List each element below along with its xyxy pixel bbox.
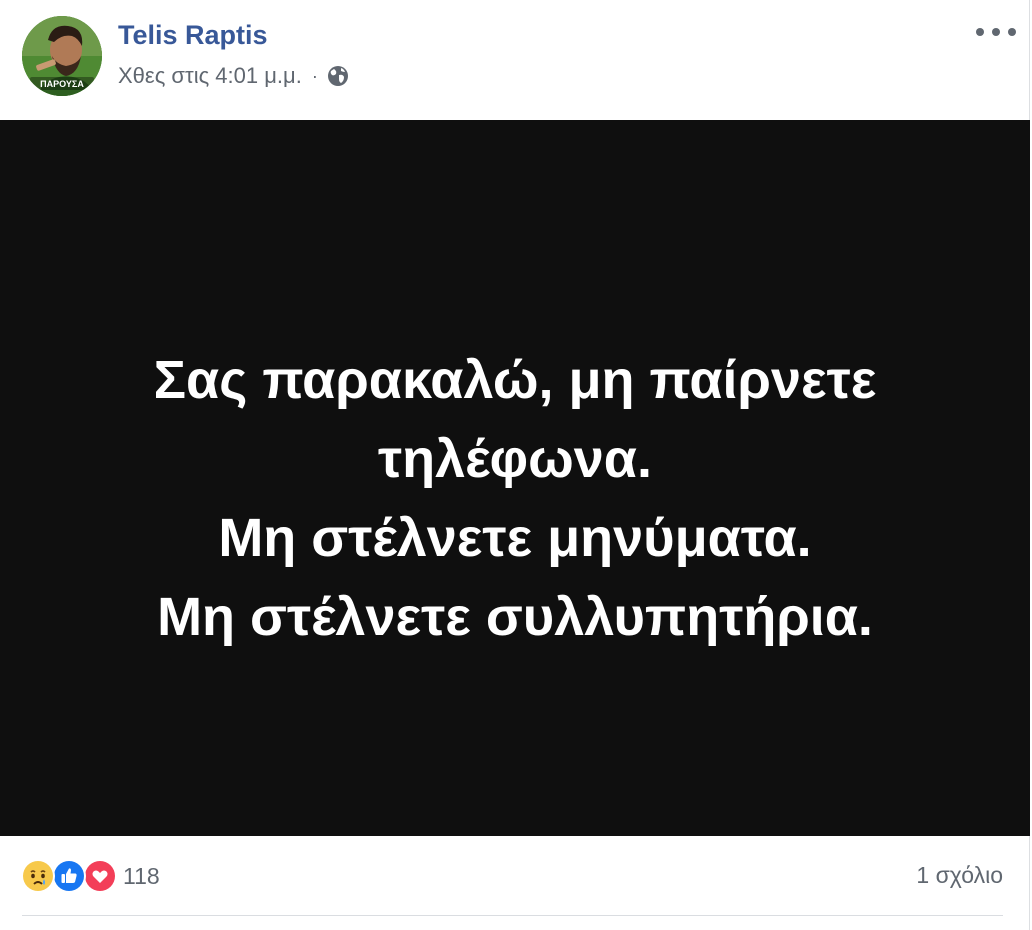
more-options-button[interactable] xyxy=(976,20,1016,44)
post-image[interactable]: Σας παρακαλώ, μη παίρνετε τηλέφωνα. Μη σ… xyxy=(0,120,1030,836)
sad-reaction-icon xyxy=(21,859,55,893)
footer-divider xyxy=(22,915,1003,916)
post-card: ΠΑΡΟΥΣΑ Telis Raptis Χθες στις 4:01 μ.μ.… xyxy=(0,0,1030,930)
image-text-line: τηλέφωνα. xyxy=(378,429,652,489)
image-text-line: Μη στέλνετε συλλυπητήρια. xyxy=(157,587,873,647)
post-timestamp-link[interactable]: Χθες στις 4:01 μ.μ. xyxy=(118,63,302,89)
more-dot xyxy=(976,28,984,36)
author-avatar[interactable]: ΠΑΡΟΥΣΑ xyxy=(22,16,102,96)
love-reaction-icon xyxy=(83,859,117,893)
avatar-image: ΠΑΡΟΥΣΑ xyxy=(22,16,102,96)
author-name-link[interactable]: Telis Raptis xyxy=(118,20,268,51)
image-text-line: Σας παρακαλώ, μη παίρνετε xyxy=(153,350,877,410)
comments-count-link[interactable]: 1 σχόλιο xyxy=(916,862,1003,889)
post-meta: Χθες στις 4:01 μ.μ. · xyxy=(118,63,350,89)
avatar-caption: ΠΑΡΟΥΣΑ xyxy=(40,79,84,89)
like-reaction-icon xyxy=(52,859,86,893)
meta-separator: · xyxy=(311,65,318,86)
image-text-block: Σας παρακαλώ, μη παίρνετε τηλέφωνα. Μη σ… xyxy=(0,341,1030,657)
image-text-line: Μη στέλνετε μηνύματα. xyxy=(218,508,812,568)
more-dot xyxy=(992,28,1000,36)
globe-icon[interactable] xyxy=(326,64,350,88)
reactions-summary[interactable]: 118 xyxy=(21,859,160,893)
more-dot xyxy=(1008,28,1016,36)
reaction-count: 118 xyxy=(123,862,160,889)
